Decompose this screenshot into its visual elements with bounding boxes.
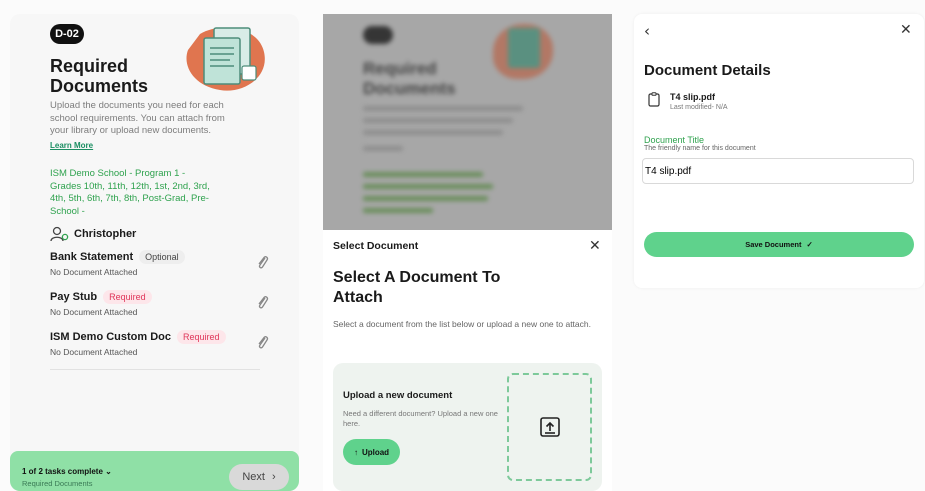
upload-label: Upload: [361, 447, 390, 457]
document-row-custom-doc[interactable]: ISM Demo Custom Doc Required No Document …: [50, 330, 270, 357]
file-info: T4 slip.pdf Last modified- N/A: [648, 92, 728, 111]
blurred-badge: [363, 26, 393, 44]
divider: [50, 369, 260, 370]
clipboard-icon: [648, 92, 660, 107]
next-button[interactable]: Next ›: [229, 464, 289, 490]
back-chevron-icon[interactable]: ‹: [644, 22, 650, 40]
document-details-panel: ‹ ✕ Document Details T4 slip.pdf Last mo…: [634, 14, 924, 288]
document-name: Pay Stub: [50, 291, 98, 303]
learn-more-link[interactable]: Learn More: [50, 141, 93, 150]
required-badge: Required: [177, 330, 226, 344]
upload-arrow-icon: ↑: [353, 447, 358, 457]
tasks-complete-text: 1 of 2 tasks complete: [22, 467, 103, 476]
save-label: Save Document: [745, 240, 802, 249]
check-icon: ✓: [806, 240, 813, 249]
blurred-line: [363, 130, 503, 135]
paperclip-icon[interactable]: [256, 294, 270, 312]
file-text: T4 slip.pdf Last modified- N/A: [670, 92, 728, 111]
document-title-help: The friendly name for this document: [644, 145, 756, 152]
save-document-button[interactable]: Save Document ✓: [644, 232, 914, 257]
file-last-modified: Last modified- N/A: [670, 104, 728, 111]
upload-tray-icon: [539, 417, 560, 437]
page-title: Required Documents: [50, 56, 149, 96]
sheet-heading: Select A Document To Attach: [333, 269, 501, 306]
document-title-input[interactable]: [642, 158, 914, 184]
document-row-pay-stub[interactable]: Pay Stub Required No Document Attached: [50, 290, 270, 317]
person-row: Christopher: [50, 226, 136, 242]
close-icon[interactable]: ✕: [589, 238, 601, 254]
paperclip-icon[interactable]: [256, 254, 270, 272]
blurred-line: [363, 208, 433, 213]
blurred-line: [363, 172, 483, 177]
page-description: Upload the documents you need for each s…: [50, 100, 225, 136]
document-title-label: Document Title: [644, 135, 705, 145]
required-documents-panel: D-02 Required Documents Upload the docum…: [10, 14, 299, 491]
document-name: ISM Demo Custom Doc: [50, 331, 172, 343]
next-label: Next: [242, 471, 265, 483]
blurred-line: [363, 196, 488, 201]
chevron-down-icon: ⌄: [105, 467, 112, 476]
select-document-panel: Required Documents Select Document ✕ Sel…: [323, 14, 612, 491]
screenshot-canvas: D-02 Required Documents Upload the docum…: [0, 0, 925, 491]
step-badge: D-02: [50, 24, 84, 44]
sheet-title: Select Document: [333, 240, 419, 252]
document-status: No Document Attached: [50, 347, 138, 357]
optional-badge: Optional: [139, 250, 185, 264]
person-name: Christopher: [74, 228, 137, 240]
upload-dropzone[interactable]: [507, 373, 592, 481]
file-name: T4 slip.pdf: [670, 92, 715, 102]
select-document-sheet: Select Document ✕ Select A Document To A…: [323, 230, 612, 491]
footer-subtitle: Required Documents: [22, 479, 93, 488]
upload-title: Upload a new document: [343, 390, 453, 401]
blurred-title: Required Documents: [363, 59, 456, 98]
sheet-description: Select a document from the list below or…: [333, 319, 591, 329]
documents-illustration: [186, 27, 265, 91]
required-badge: Required: [103, 290, 152, 304]
blurred-background: Required Documents: [323, 14, 612, 230]
paperclip-icon[interactable]: [256, 334, 270, 352]
upload-description: Need a different document? Upload a new …: [343, 409, 498, 428]
document-status: No Document Attached: [50, 267, 138, 277]
upload-button[interactable]: ↑ Upload: [343, 439, 400, 465]
chevron-right-icon: ›: [271, 471, 276, 483]
upload-card: Upload a new document Need a different d…: [333, 363, 602, 491]
blurred-line: [363, 146, 403, 151]
blurred-line: [363, 106, 523, 111]
document-row-bank-statement[interactable]: Bank Statement Optional No Document Attac…: [50, 250, 270, 277]
tasks-complete-toggle[interactable]: 1 of 2 tasks complete ⌄: [22, 467, 112, 476]
details-title: Document Details: [644, 62, 771, 79]
blurred-line: [363, 118, 513, 123]
blurred-doc-shape: [508, 28, 540, 68]
document-name: Bank Statement: [50, 251, 134, 263]
document-status: No Document Attached: [50, 307, 138, 317]
person-gear-icon: [50, 226, 69, 242]
blurred-line: [363, 184, 493, 189]
school-program-text: ISM Demo School - Program 1 - Grades 10t…: [50, 168, 210, 217]
close-icon[interactable]: ✕: [900, 22, 912, 38]
